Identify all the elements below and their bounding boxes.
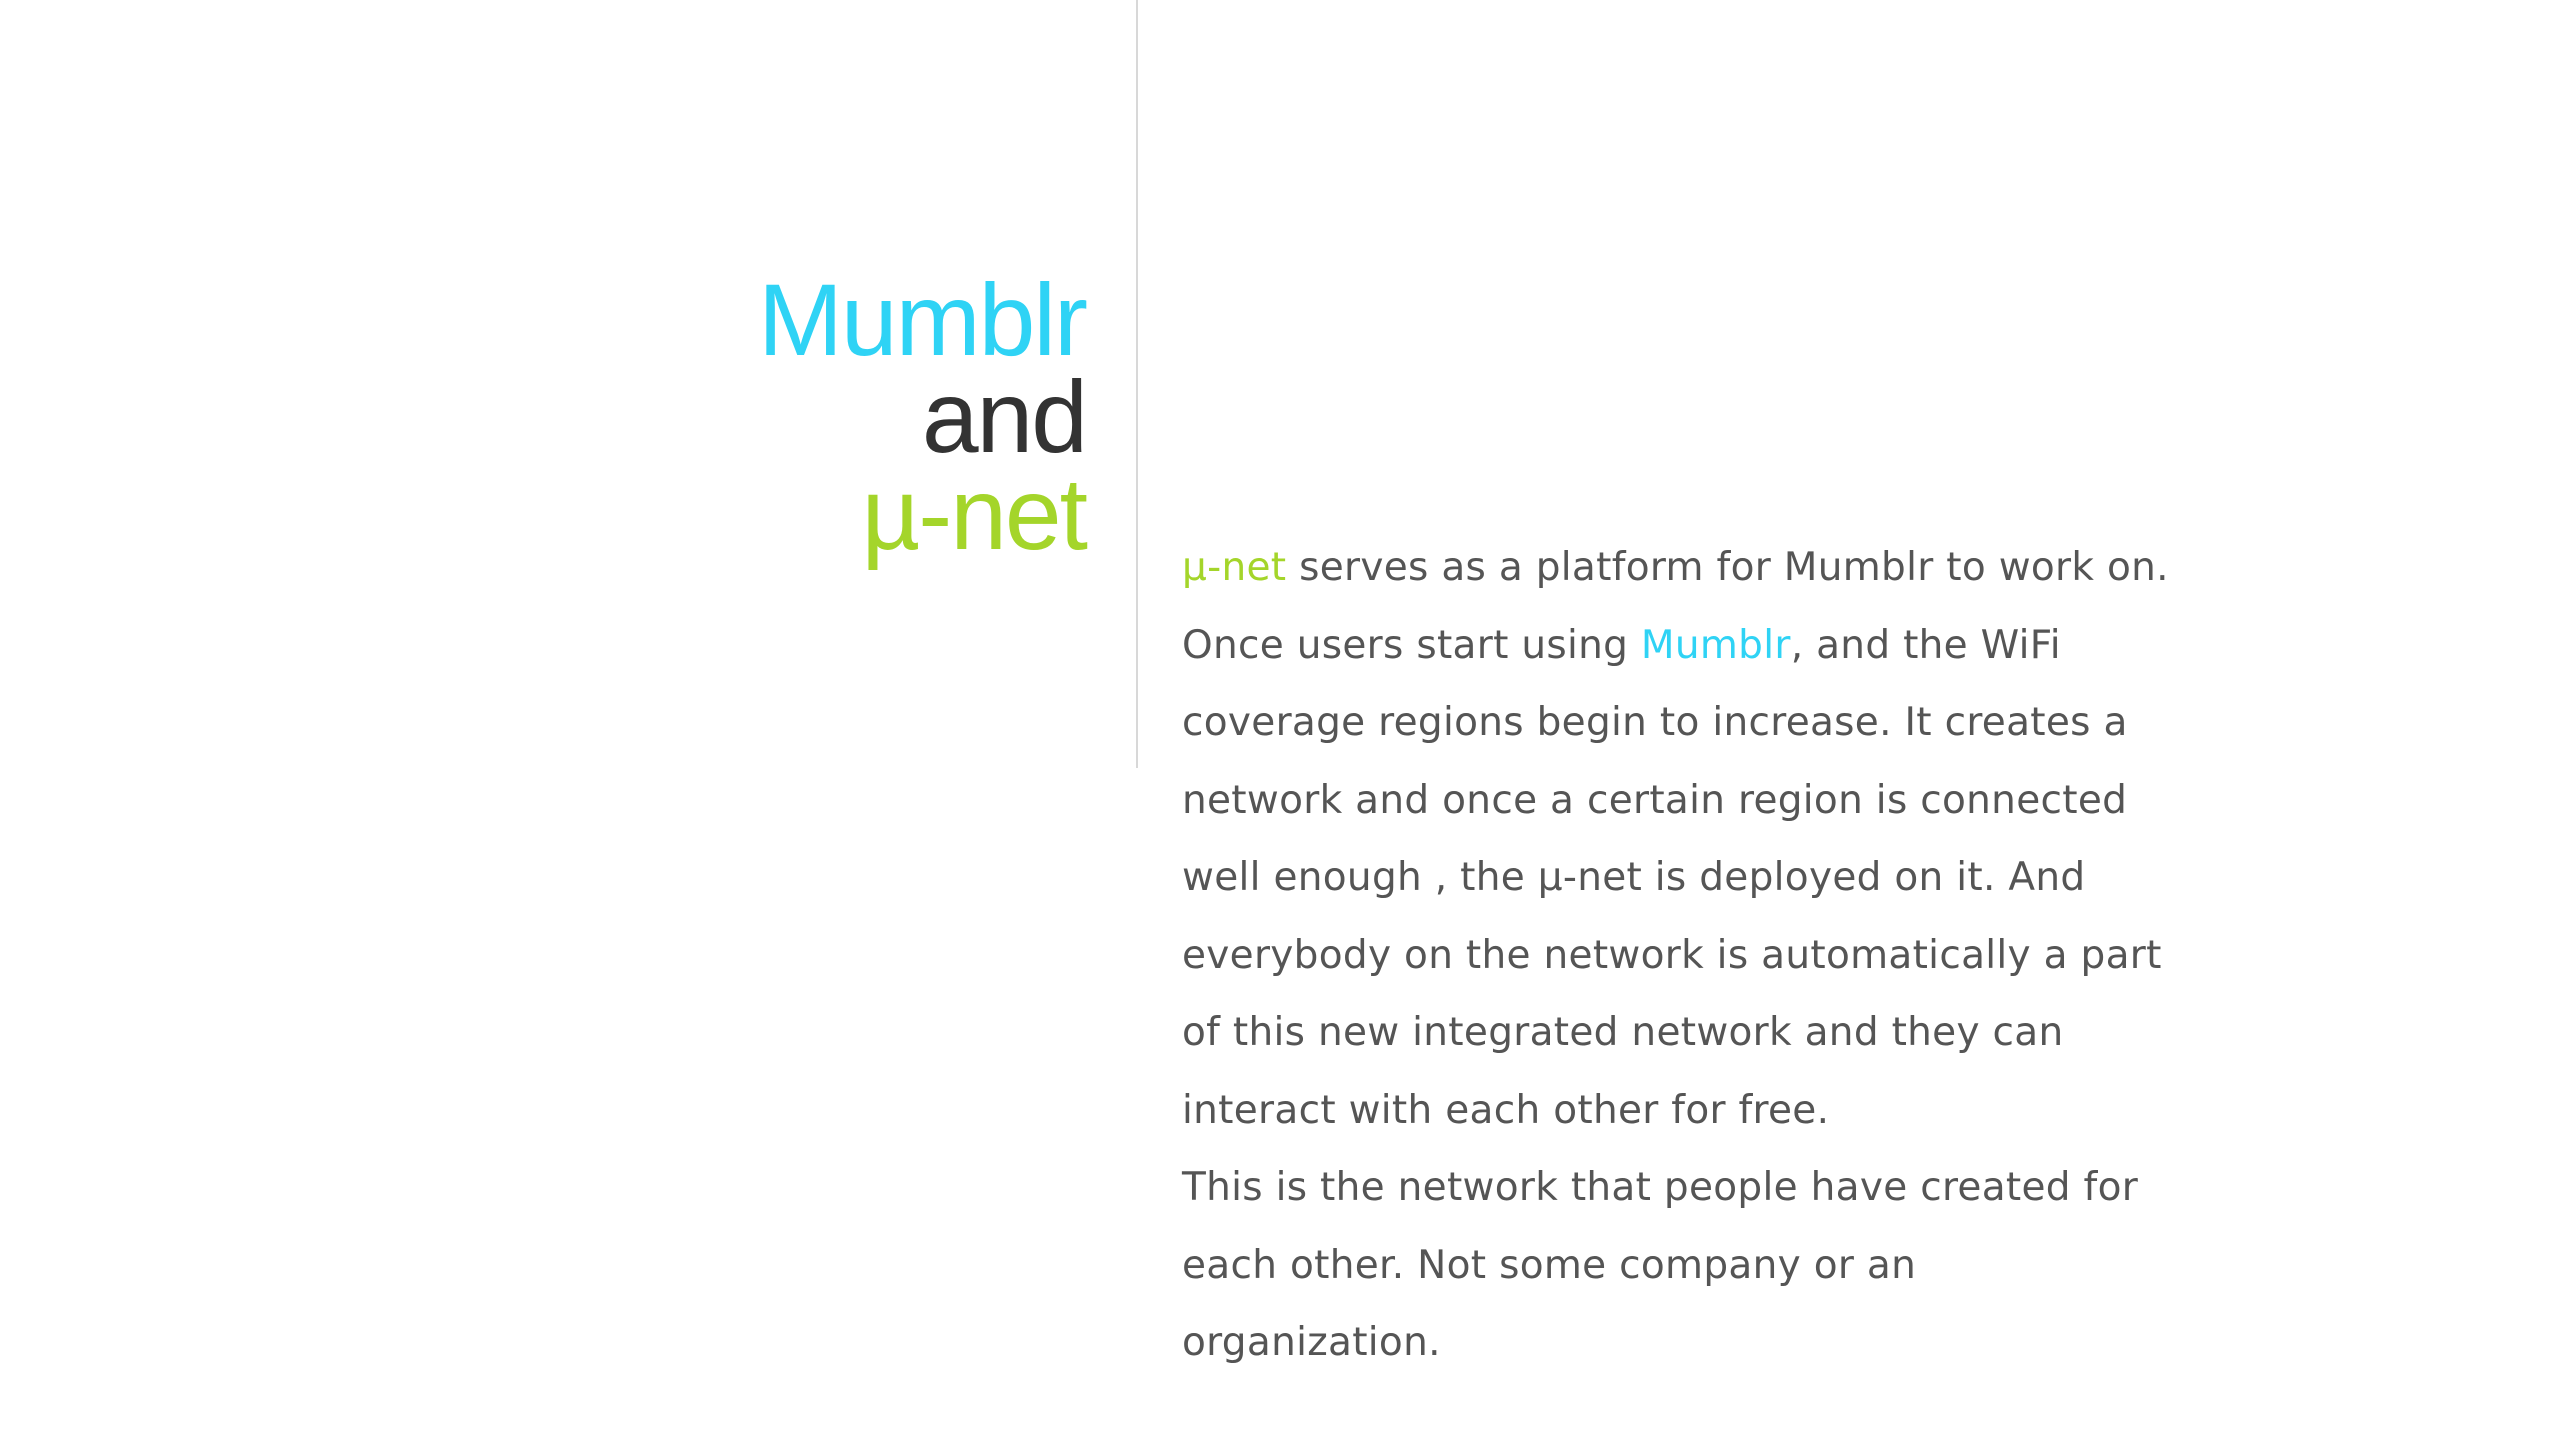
title-mumblr: Mumblr [757, 263, 1088, 377]
highlight-mumblr: Mumblr [1640, 622, 1791, 668]
body-paragraph-2: This is the network that people have cre… [1182, 1165, 2139, 1365]
slide-title: Mumblr and µ-net [757, 263, 1088, 571]
body-text-segment-b: , and the WiFi coverage regions begin to… [1182, 622, 2162, 1133]
highlight-unet: µ-net [1182, 545, 1287, 590]
title-unet: µ-net [861, 457, 1088, 571]
body-paragraph-1: µ-net serves as a platform for Mumblr to… [1182, 529, 2172, 1149]
slide: Mumblr and µ-net µ-net serves as a platf… [0, 0, 2559, 1440]
title-and: and [921, 360, 1088, 474]
body-text: µ-net serves as a platform for Mumblr to… [1182, 529, 2172, 1382]
vertical-divider [1136, 0, 1138, 768]
